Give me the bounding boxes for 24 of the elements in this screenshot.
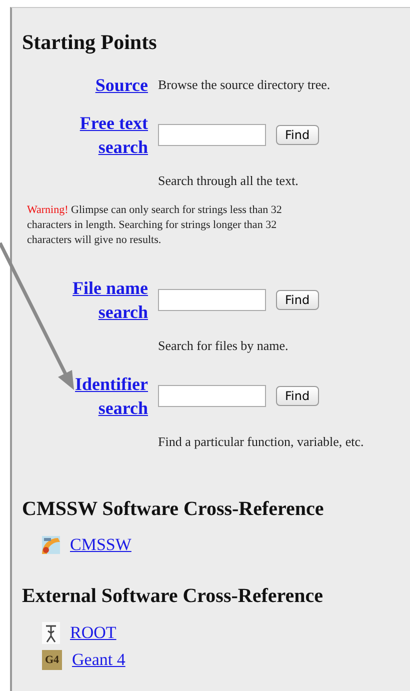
search-field[interactable] <box>158 124 266 146</box>
search-link[interactable]: Free text search <box>38 111 148 159</box>
cmssw-logo-icon <box>42 536 60 554</box>
search-field[interactable] <box>158 385 266 407</box>
description: Find a particular function, variable, etc. <box>158 433 365 451</box>
search-field[interactable] <box>158 289 266 311</box>
figure-icon <box>42 622 60 644</box>
project-link[interactable]: CMSSW <box>70 535 132 555</box>
project-link[interactable]: ROOT <box>70 623 116 643</box>
find-button[interactable]: Find <box>276 125 319 145</box>
section-heading: External Software Cross-Reference <box>22 585 324 608</box>
search-link[interactable]: Identifier search <box>38 372 148 420</box>
section-heading: Starting Points <box>22 30 158 55</box>
g4-logo-icon: G4 <box>42 650 62 670</box>
description: Search for files by name. <box>158 337 290 355</box>
source-link[interactable]: Source <box>38 73 148 97</box>
warning-text: Warning! Glimpse can only search for strings less than 32 characters in length. Searching for strings longer than 32 characters will give no results. <box>27 203 283 248</box>
section-heading: CMSSW Software Cross-Reference <box>22 498 325 521</box>
search-link[interactable]: File name search <box>38 276 148 324</box>
description: Search through all the text. <box>158 172 300 190</box>
find-button[interactable]: Find <box>276 290 319 310</box>
project-link[interactable]: Geant 4 <box>72 650 126 670</box>
find-button[interactable]: Find <box>276 386 319 406</box>
description: Browse the source directory tree. <box>158 77 332 93</box>
